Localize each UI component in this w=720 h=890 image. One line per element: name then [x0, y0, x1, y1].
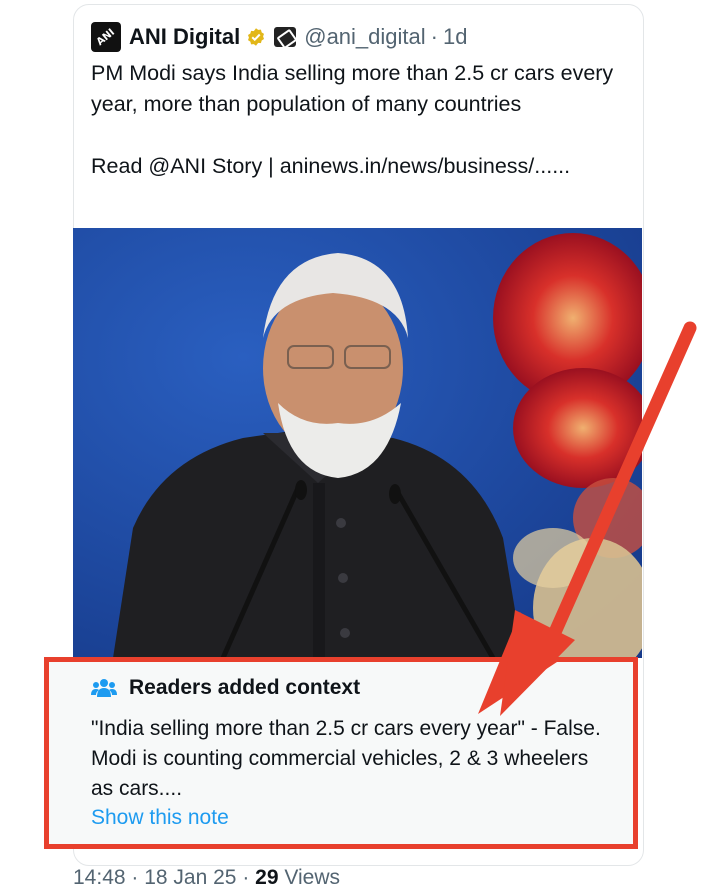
views-label: Views	[278, 866, 340, 889]
meta-separator: ·	[236, 866, 256, 889]
red-arrow-annotation	[478, 321, 697, 716]
tweet-date[interactable]: 18 Jan 25	[144, 866, 236, 889]
tweet-metadata: 14:48 · 18 Jan 25 · 29 Views	[73, 866, 340, 890]
tweet-time[interactable]: 14:48	[73, 866, 126, 889]
views-count: 29	[255, 866, 279, 889]
meta-separator: ·	[125, 866, 145, 889]
